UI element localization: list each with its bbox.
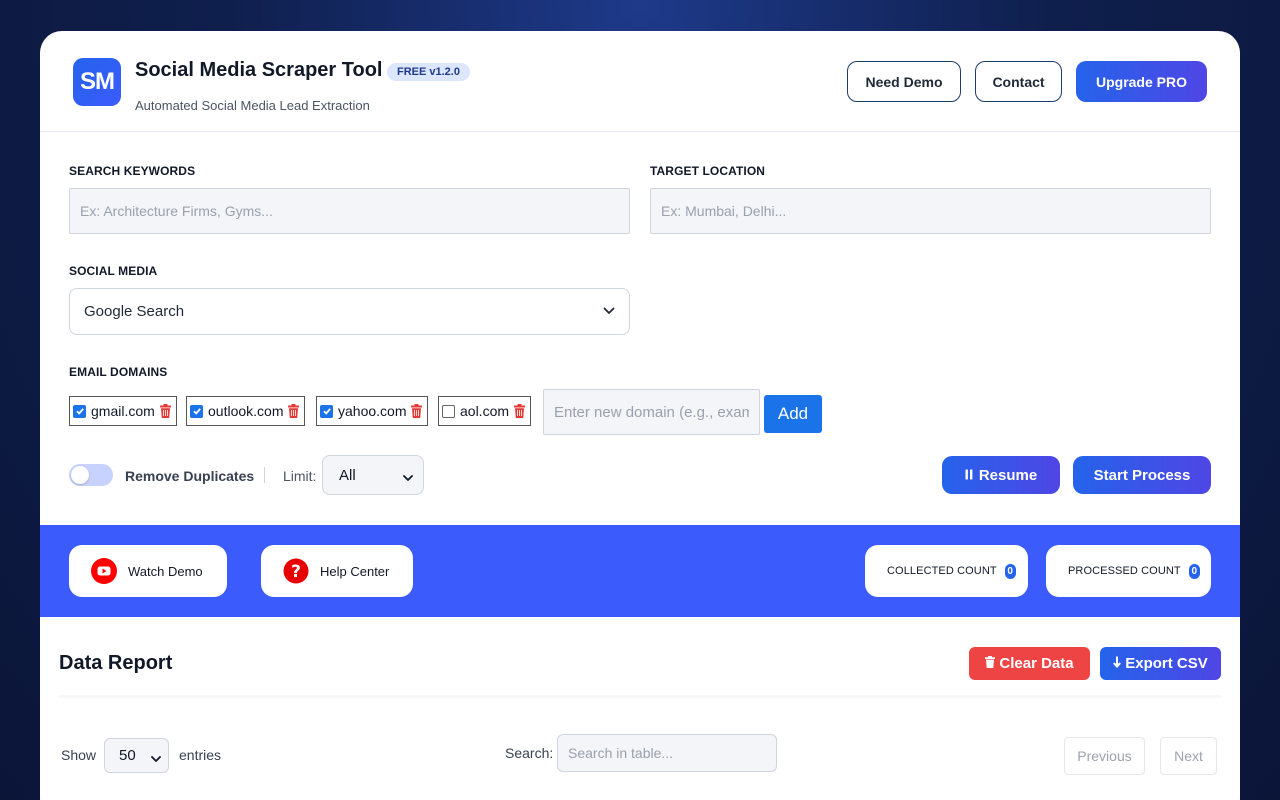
trash-icon[interactable] xyxy=(159,404,171,418)
contact-button[interactable]: Contact xyxy=(975,61,1062,102)
app-subtitle: Automated Social Media Lead Extraction xyxy=(135,98,370,113)
processed-count-label: PROCESSED COUNT xyxy=(1068,565,1181,577)
chevron-down-icon xyxy=(151,751,161,768)
version-badge: FREE v1.2.0 xyxy=(387,63,470,81)
export-csv-button[interactable]: Export CSV xyxy=(1100,647,1221,680)
collected-count-value: 0 xyxy=(1004,563,1016,579)
main-card: SM Social Media Scraper Tool FREE v1.2.0… xyxy=(40,31,1240,800)
action-band: Watch Demo ? Help Center COLLECTED COUNT… xyxy=(40,525,1240,617)
domain-chip-outlook: outlook.com xyxy=(186,396,306,426)
email-domains-label: EMAIL DOMAINS xyxy=(69,365,168,379)
next-page-button[interactable]: Next xyxy=(1160,737,1217,775)
domain-chip-gmail: gmail.com xyxy=(69,396,177,426)
checkbox-unchecked[interactable] xyxy=(442,404,455,418)
domain-name: outlook.com xyxy=(208,403,284,419)
app-logo: SM xyxy=(73,58,121,106)
start-process-button[interactable]: Start Process xyxy=(1073,456,1211,494)
processed-count-value: 0 xyxy=(1188,563,1200,579)
domain-chip-aol: aol.com xyxy=(438,396,532,426)
remove-duplicates-toggle[interactable] xyxy=(69,464,113,486)
collected-count-label: COLLECTED COUNT xyxy=(887,565,997,577)
checkbox-checked[interactable] xyxy=(190,404,203,418)
app-title: Social Media Scraper Tool xyxy=(135,59,383,81)
processed-count-card: PROCESSED COUNT 0 xyxy=(1046,545,1211,597)
entries-label: entries xyxy=(179,747,222,763)
toggle-knob xyxy=(71,466,89,484)
clear-data-button[interactable]: Clear Data xyxy=(969,647,1090,680)
keywords-label: SEARCH KEYWORDS xyxy=(69,164,196,178)
resume-label: Resume xyxy=(978,466,1038,484)
social-media-label: SOCIAL MEDIA xyxy=(69,264,158,278)
resume-button[interactable]: Resume xyxy=(942,456,1060,494)
table-search-label: Search: xyxy=(505,745,554,761)
limit-select[interactable]: All xyxy=(322,455,424,495)
help-icon: ? xyxy=(283,558,309,584)
collected-count-card: COLLECTED COUNT 0 xyxy=(865,545,1028,597)
help-center-label: Help Center xyxy=(320,563,390,579)
download-arrow-icon xyxy=(1113,655,1122,672)
export-csv-label: Export CSV xyxy=(1125,655,1208,672)
social-media-selected: Google Search xyxy=(84,303,185,320)
watch-demo-button[interactable]: Watch Demo xyxy=(69,545,227,597)
trash-icon[interactable] xyxy=(288,404,300,418)
social-media-select[interactable]: Google Search xyxy=(69,288,630,335)
domain-name: aol.com xyxy=(460,403,510,419)
svg-text:?: ? xyxy=(291,562,301,582)
checkbox-checked[interactable] xyxy=(73,404,86,418)
new-domain-input[interactable] xyxy=(543,389,760,435)
divider xyxy=(264,467,265,483)
entries-selected: 50 xyxy=(119,747,136,764)
clear-data-label: Clear Data xyxy=(999,655,1074,672)
add-domain-button[interactable]: Add xyxy=(764,395,822,433)
domain-name: gmail.com xyxy=(91,403,155,419)
entries-select[interactable]: 50 xyxy=(104,738,169,773)
location-label: TARGET LOCATION xyxy=(650,164,766,178)
trash-icon xyxy=(985,655,996,672)
show-label: Show xyxy=(61,747,97,763)
checkbox-checked[interactable] xyxy=(320,404,333,418)
report-title: Data Report xyxy=(59,652,173,674)
table-search-input[interactable] xyxy=(557,734,777,772)
domain-chip-yahoo: yahoo.com xyxy=(316,396,429,426)
help-center-button[interactable]: ? Help Center xyxy=(261,545,413,597)
chevron-down-icon xyxy=(403,470,413,487)
remove-duplicates-label: Remove Duplicates xyxy=(125,468,255,484)
limit-label: Limit: xyxy=(283,468,317,484)
youtube-icon xyxy=(91,558,117,584)
keywords-input[interactable] xyxy=(69,188,630,234)
previous-page-button[interactable]: Previous xyxy=(1064,737,1145,775)
app-header: SM Social Media Scraper Tool FREE v1.2.0… xyxy=(40,31,1240,132)
chevron-down-icon xyxy=(603,304,615,322)
report-divider xyxy=(59,695,1221,698)
trash-icon[interactable] xyxy=(514,404,526,418)
limit-selected: All xyxy=(339,466,356,484)
pause-icon xyxy=(965,467,973,484)
need-demo-button[interactable]: Need Demo xyxy=(847,61,961,102)
location-input[interactable] xyxy=(650,188,1211,234)
trash-icon[interactable] xyxy=(411,404,423,418)
upgrade-pro-button[interactable]: Upgrade PRO xyxy=(1076,61,1207,102)
watch-demo-label: Watch Demo xyxy=(128,563,203,579)
domain-name: yahoo.com xyxy=(338,403,407,419)
